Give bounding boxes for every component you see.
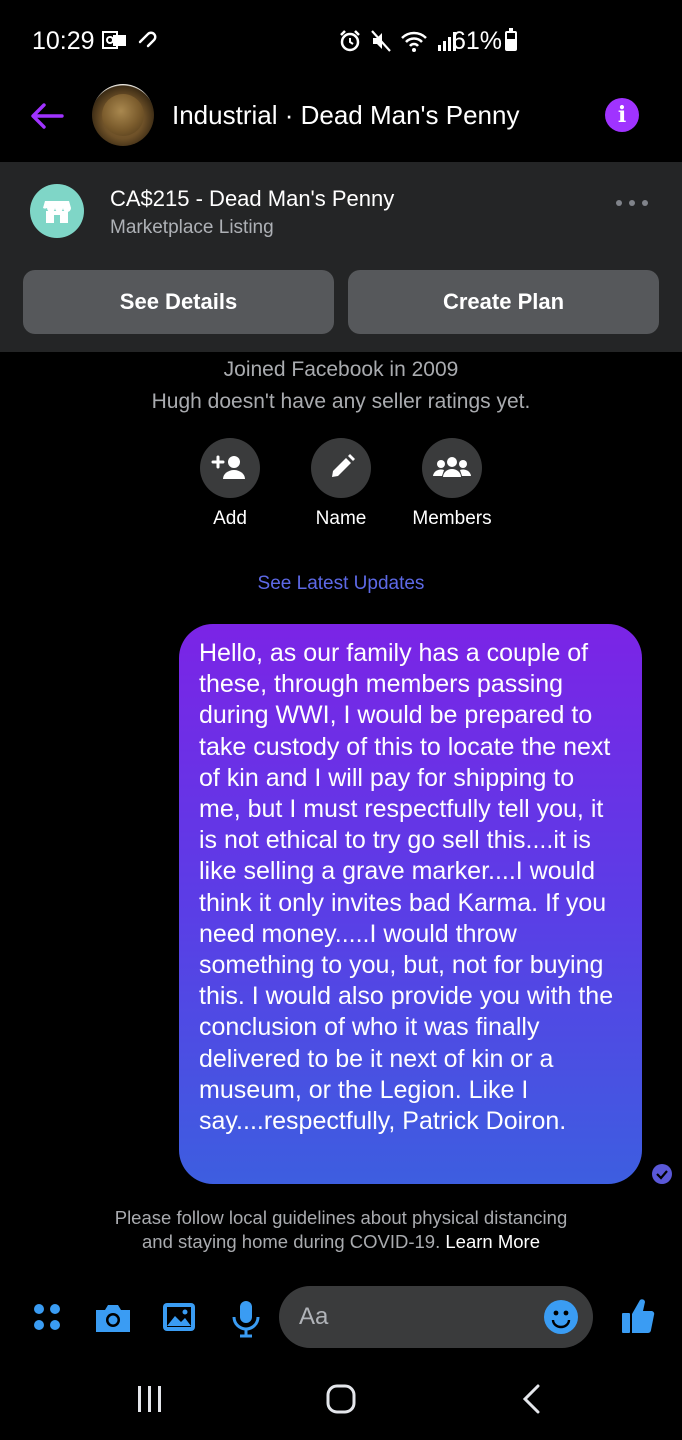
see-details-button[interactable]: See Details (23, 270, 334, 334)
mute-icon (371, 30, 391, 52)
covid-notice-line2: and staying home during COVID-19. (142, 1231, 441, 1252)
back-icon[interactable] (502, 1380, 562, 1420)
status-notification-icons (102, 29, 162, 51)
battery-percent: 61% (452, 27, 503, 55)
pencil-icon (311, 438, 371, 498)
info-icon[interactable]: i (605, 98, 639, 132)
apps-icon[interactable] (28, 1298, 68, 1338)
covid-notice: Please follow local guidelines about phy… (0, 1206, 682, 1254)
thumbs-up-icon[interactable] (618, 1296, 658, 1336)
arrow-left-icon (31, 103, 64, 129)
alarm-icon (340, 30, 360, 52)
link-icon (138, 31, 157, 48)
status-time: 10:29 (32, 27, 95, 55)
listing-subtitle: Marketplace Listing (110, 217, 274, 238)
wifi-icon (401, 31, 427, 52)
message-composer (0, 1286, 682, 1350)
listing-title: CA$215 - Dead Man's Penny (110, 186, 395, 211)
camera-icon[interactable] (93, 1298, 133, 1338)
create-plan-button[interactable]: Create Plan (348, 270, 659, 334)
battery-level (507, 39, 515, 49)
covid-notice-line1: Please follow local guidelines about phy… (114, 1207, 568, 1228)
message-input[interactable] (299, 1298, 539, 1336)
system-navigation-bar (0, 1370, 682, 1430)
storefront-icon (30, 184, 84, 238)
members-label: Members (412, 508, 492, 529)
status-system-icons (338, 29, 460, 53)
more-options-icon[interactable] (612, 192, 652, 214)
message-input-container (279, 1286, 593, 1348)
status-bar: 10:29 61% (0, 0, 682, 84)
battery-icon (505, 28, 517, 51)
marketplace-listing-panel: CA$215 - Dead Man's Penny Marketplace Li… (0, 162, 682, 352)
add-action[interactable]: Add (170, 438, 290, 530)
recent-apps-icon[interactable] (120, 1380, 180, 1420)
gallery-icon[interactable] (160, 1298, 200, 1338)
microphone-icon[interactable] (226, 1298, 266, 1338)
group-icon (422, 438, 482, 498)
avatar[interactable] (92, 84, 154, 146)
sent-check-icon (652, 1164, 672, 1184)
add-person-icon (200, 438, 260, 498)
outgoing-message-bubble[interactable]: Hello, as our family has a couple of the… (179, 624, 642, 1184)
add-label: Add (213, 508, 247, 529)
avatar-image (102, 94, 144, 136)
home-icon[interactable] (311, 1380, 371, 1420)
outlook-icon (102, 31, 126, 49)
back-button[interactable] (28, 96, 68, 136)
see-latest-updates-link[interactable]: See Latest Updates (0, 573, 682, 595)
conversation-header: Industrial · Dead Man's Penny i (0, 84, 682, 162)
seller-ratings-text: Hugh doesn't have any seller ratings yet… (151, 390, 531, 413)
name-action[interactable]: Name (281, 438, 401, 530)
storefront-glyph (43, 201, 71, 223)
name-label: Name (315, 508, 367, 529)
emoji-icon[interactable] (544, 1300, 578, 1334)
members-action[interactable]: Members (392, 438, 512, 530)
joined-facebook-text: Joined Facebook in 2009 (223, 358, 459, 381)
conversation-title: Industrial · Dead Man's Penny (172, 100, 520, 130)
learn-more-link[interactable]: Learn More (445, 1231, 540, 1252)
